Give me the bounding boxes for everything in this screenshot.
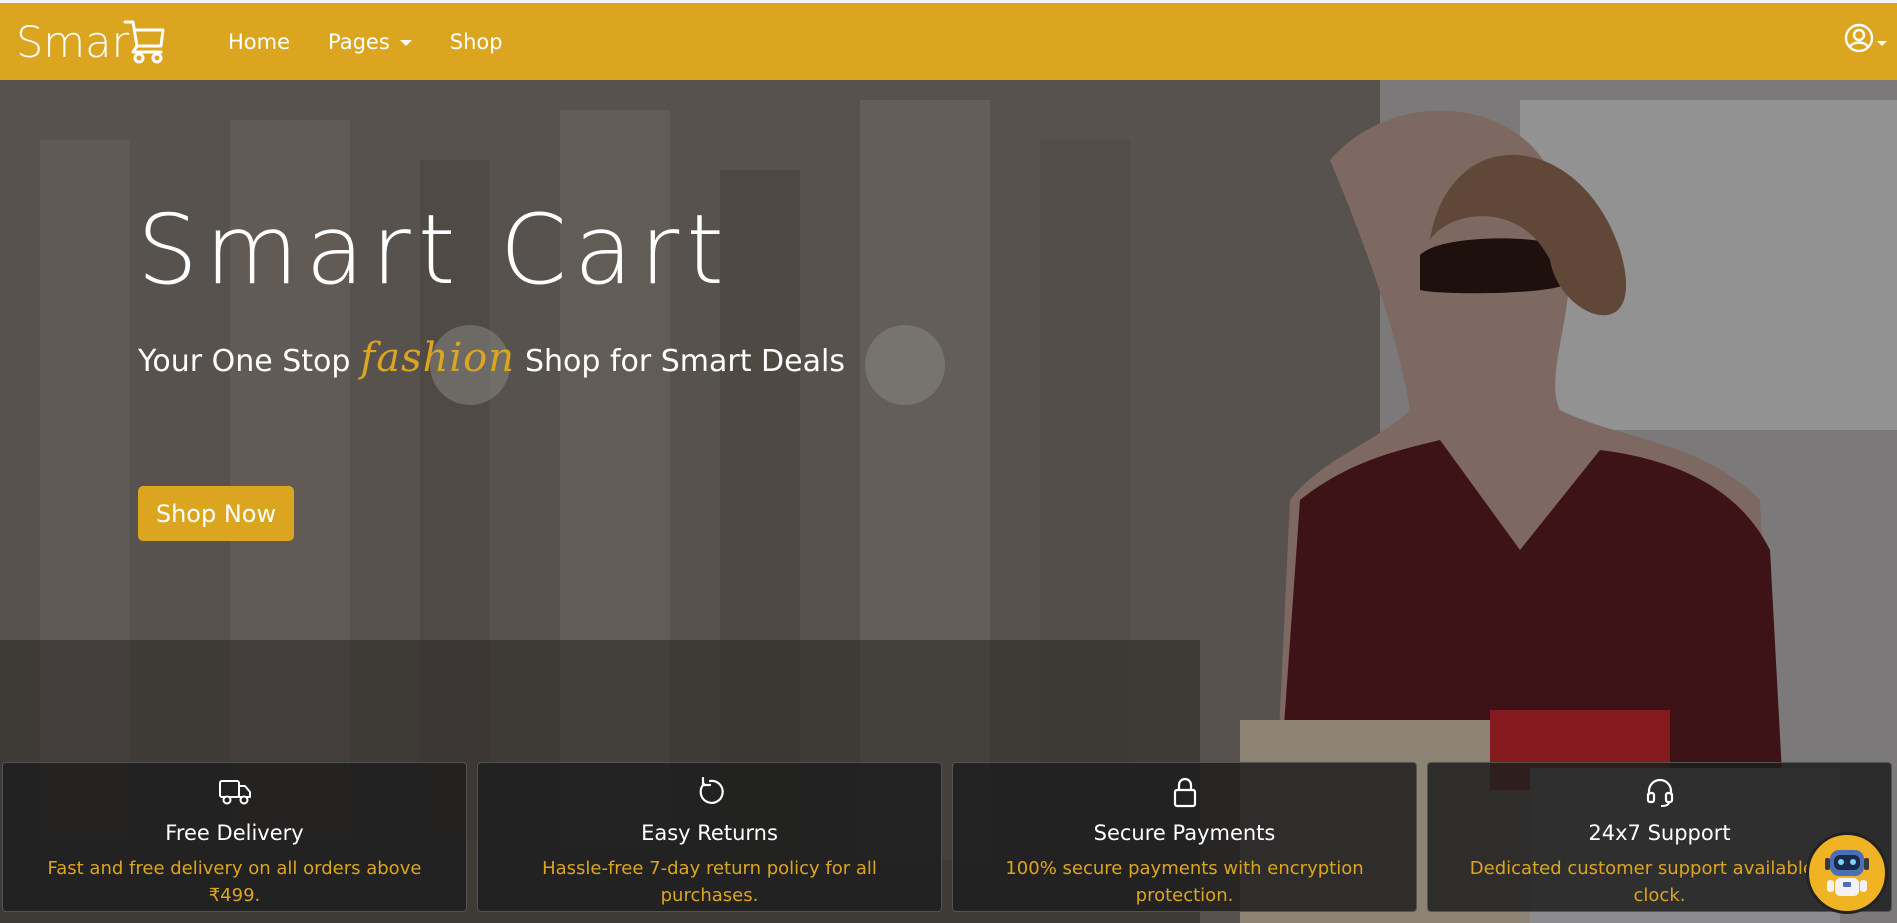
tagline-after: Shop for Smart Deals [524, 344, 845, 379]
chevron-down-icon [399, 39, 412, 46]
nav-shop-label: Shop [449, 29, 503, 54]
tagline-accent: fashion [360, 335, 515, 381]
brand-text: Smar [16, 17, 130, 68]
feature-description: Hassle-free 7-day return policy for all … [542, 858, 877, 906]
cart-icon [123, 16, 165, 75]
feature-description: 100% secure payments with encryption pro… [1005, 858, 1364, 906]
nav-pages-label: Pages [328, 29, 390, 54]
rotate-icon [478, 775, 941, 809]
tagline-before: Your One Stop [138, 344, 351, 379]
page: Smar Home Pages Shop Smart Cart Your One… [0, 0, 1897, 923]
hero-tagline: Your One Stop fashion Shop for Smart Dea… [138, 335, 845, 381]
nav-links: Home Pages Shop [228, 3, 541, 80]
nav-shop[interactable]: Shop [450, 30, 503, 54]
truck-icon [3, 775, 466, 809]
user-menu-button[interactable] [1844, 23, 1887, 57]
features-row: Free Delivery Fast and free delivery on … [0, 762, 1897, 912]
feature-description: Fast and free delivery on all orders abo… [47, 858, 422, 906]
nav-pages-dropdown[interactable]: Pages [328, 30, 412, 54]
nav-home[interactable]: Home [228, 30, 290, 54]
user-circle-icon [1844, 23, 1874, 57]
brand-logo[interactable]: Smar [16, 15, 165, 71]
chevron-down-icon [1877, 40, 1887, 46]
robot-icon [1818, 840, 1876, 906]
nav-home-label: Home [228, 29, 291, 54]
hero-title: Smart Cart [137, 194, 731, 306]
chatbot-button[interactable] [1806, 832, 1888, 914]
navbar: Smar Home Pages Shop [0, 0, 1897, 80]
feature-description: Dedicated customer support available the… [1469, 858, 1850, 906]
feature-card-payments: Secure Payments 100% secure payments wit… [952, 762, 1417, 912]
lock-icon [953, 775, 1416, 809]
headset-icon [1428, 775, 1891, 809]
feature-title: Easy Returns [641, 821, 778, 845]
feature-title: Secure Payments [1093, 821, 1276, 845]
shop-now-button[interactable]: Shop Now [138, 486, 294, 541]
feature-title: Free Delivery [165, 821, 304, 845]
feature-card-delivery: Free Delivery Fast and free delivery on … [2, 762, 467, 912]
feature-card-returns: Easy Returns Hassle-free 7-day return po… [477, 762, 942, 912]
